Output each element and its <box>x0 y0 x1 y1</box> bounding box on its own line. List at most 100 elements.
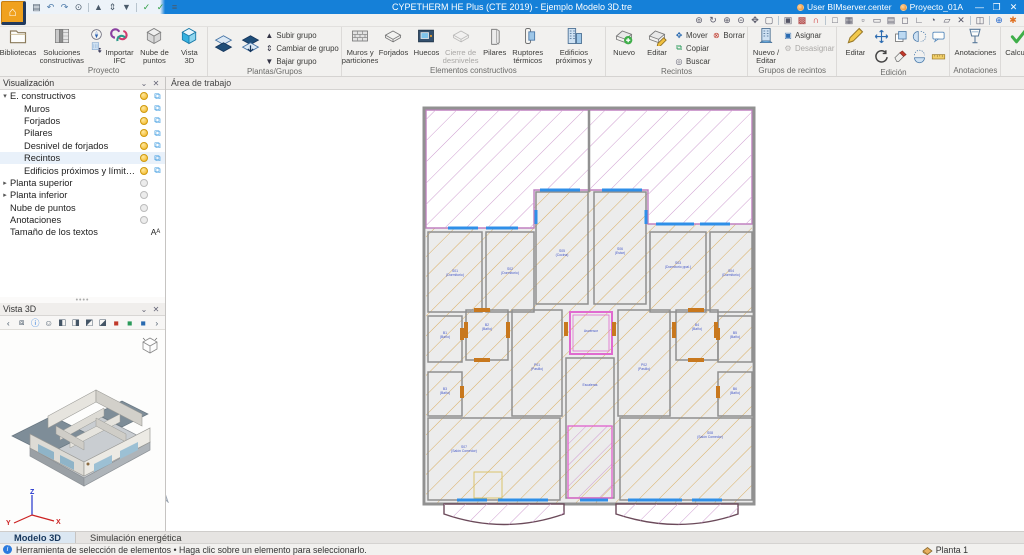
layers-icon[interactable]: ⧈ <box>16 317 29 328</box>
ribbon-button-nube-de-puntos[interactable]: Nube de puntos <box>137 28 173 65</box>
door[interactable] <box>506 322 510 338</box>
ribbon-tool-copysq[interactable] <box>891 29 909 48</box>
door[interactable] <box>672 322 676 338</box>
expander-icon[interactable]: ▾ <box>0 92 10 100</box>
fit-screen-icon[interactable]: ▢ <box>762 15 776 26</box>
tri-up-icon[interactable]: ▲ <box>92 2 105 12</box>
visibility-bulb-icon[interactable] <box>140 117 148 125</box>
snap-line-icon[interactable]: ▭ <box>870 15 884 26</box>
vista3d-viewport[interactable]: Z Y X <box>0 330 165 531</box>
ribbon-tool-rotate[interactable] <box>872 49 890 68</box>
ribbon-button-subir-grupo[interactable]: ▲Subir grupo <box>264 29 338 41</box>
ribbon-tool-movecross[interactable] <box>872 29 890 48</box>
web-icon[interactable]: ⊕ <box>992 15 1006 26</box>
tree-item-e-constructivos[interactable]: ▾E. constructivos⧉ <box>0 90 165 102</box>
layer-copy-icon[interactable]: ⧉ <box>152 153 163 164</box>
tree-item-recintos[interactable]: Recintos⧉ <box>0 152 165 164</box>
panel-collapse-icon[interactable]: ⌄ <box>138 305 150 314</box>
ribbon-button-vista-3d[interactable]: Vista 3D <box>173 28 205 65</box>
ribbon-tool-mirrorh[interactable] <box>910 49 928 68</box>
door[interactable] <box>716 328 720 340</box>
red-plane-icon[interactable]: ■ <box>110 318 123 328</box>
close-button[interactable]: ✕ <box>1005 2 1022 13</box>
view-cube-icon[interactable] <box>141 336 159 354</box>
info-icon[interactable]: ⓘ <box>29 317 42 329</box>
split-window-icon[interactable]: ◫ <box>973 15 987 26</box>
zoom-out-icon[interactable]: ⊝ <box>734 15 748 26</box>
about-icon[interactable]: ✱ <box>1006 15 1020 26</box>
ribbon-button-importar-ifc[interactable]: Importar IFC <box>104 28 136 65</box>
tree-item-planta-inferior[interactable]: ▸Planta inferior <box>0 189 165 201</box>
layer-copy-icon[interactable]: ⧉ <box>152 115 163 126</box>
ribbon-button-soluciones-constructivas[interactable]: Soluciones constructivas <box>35 28 89 65</box>
cube-orbit-icon[interactable]: ◩ <box>83 317 96 328</box>
save-icon[interactable]: ▤ <box>30 2 43 13</box>
tab-modelo-3d[interactable]: Modelo 3D <box>0 532 76 543</box>
visibility-bulb-icon[interactable] <box>140 105 148 113</box>
tri-ud-icon[interactable]: ⇕ <box>106 2 119 13</box>
tree-item-anotaciones[interactable]: Anotaciones <box>0 214 165 226</box>
ribbon-tool-compass[interactable] <box>90 29 103 41</box>
ribbon-button-nuevo-editar[interactable]: Nuevo / Editar <box>750 28 782 65</box>
green-plane-icon[interactable]: ■ <box>124 318 137 328</box>
door[interactable] <box>464 322 468 338</box>
snap-off-icon[interactable]: ✕ <box>954 15 968 26</box>
expander-icon[interactable]: ▸ <box>0 191 10 199</box>
tree-item-pilares[interactable]: Pilares⧉ <box>0 127 165 139</box>
pan-icon[interactable]: ✥ <box>748 15 762 26</box>
door[interactable] <box>716 386 720 398</box>
tree-item-desnivel-de-forjados[interactable]: Desnivel de forjados⧉ <box>0 140 165 152</box>
check-icon[interactable]: ✓ <box>140 2 153 13</box>
visibility-bulb-icon[interactable] <box>140 216 148 224</box>
bimserver-user[interactable]: User BIMserver.center <box>797 2 892 12</box>
tab-simulacion-energetica[interactable]: Simulación energética <box>76 532 195 543</box>
ribbon-tool-floors2[interactable] <box>237 28 263 66</box>
ribbon-tool-eraser[interactable] <box>891 49 909 68</box>
tree-item-edificios-pr-ximos-y-l-mites-de-l-[interactable]: Edificios próximos y límites de l...⧉ <box>0 164 165 176</box>
ribbon-button-forjados[interactable]: Forjados <box>377 28 409 57</box>
zoom-in-icon[interactable]: ⊕ <box>720 15 734 26</box>
tri-down-icon[interactable]: ▼ <box>120 2 133 12</box>
door[interactable] <box>688 358 704 362</box>
ribbon-button-borrar[interactable]: ⊗Borrar <box>711 29 745 41</box>
door[interactable] <box>688 308 704 312</box>
ribbon-tool-mirrorv[interactable] <box>910 29 928 48</box>
tree-item-forjados[interactable]: Forjados⧉ <box>0 115 165 127</box>
tree-item-muros[interactable]: Muros⧉ <box>0 102 165 114</box>
door[interactable] <box>460 328 464 340</box>
ribbon-button-edificios-pr-ximos-y-otros-obst-culos[interactable]: Edificios próximos y otros obstáculos <box>545 28 603 66</box>
ribbon-tool-ruler[interactable] <box>929 49 947 68</box>
snap-angle-icon[interactable]: ◔ <box>926 15 940 25</box>
snap-box-icon[interactable]: ◻ <box>898 15 912 26</box>
snap-doc-icon[interactable]: ▱ <box>940 15 954 26</box>
expander-icon[interactable]: ▸ <box>0 179 10 187</box>
panel-collapse-icon[interactable]: ⌄ <box>138 79 150 88</box>
magnet-icon[interactable]: ∩ <box>809 15 823 25</box>
person-icon[interactable]: ☺ <box>43 318 56 328</box>
door[interactable] <box>474 358 490 362</box>
maximize-button[interactable]: ❐ <box>988 2 1005 13</box>
layer-copy-icon[interactable]: ⧉ <box>152 140 163 151</box>
tree-item-planta-superior[interactable]: ▸Planta superior <box>0 177 165 189</box>
ribbon-button-asignar[interactable]: ▣Asignar <box>783 29 834 41</box>
grid-icon[interactable]: ▦ <box>842 15 856 26</box>
layer-copy-icon[interactable]: ⧉ <box>152 91 163 102</box>
project-name[interactable]: Proyecto_01A <box>900 2 963 12</box>
visibility-bulb-icon[interactable] <box>140 142 148 150</box>
layer-copy-icon[interactable]: ⧉ <box>152 128 163 139</box>
snap-ortho-icon[interactable]: ∟ <box>912 15 926 25</box>
ribbon-button-calcular[interactable]: Calcular <box>1003 28 1024 57</box>
ribbon-button-huecos[interactable]: Huecos <box>410 28 442 57</box>
redo-icon[interactable]: ↷ <box>58 2 71 13</box>
visibility-bulb-icon[interactable] <box>140 179 148 187</box>
ribbon-button-bibliotecas[interactable]: Bibliotecas <box>2 28 34 57</box>
layer-copy-icon[interactable]: ⧉ <box>152 165 163 176</box>
undo-icon[interactable]: ↶ <box>44 2 57 13</box>
visibility-bulb-icon[interactable] <box>140 191 148 199</box>
ribbon-button-mover[interactable]: ✥Mover <box>674 29 710 41</box>
ribbon-button-editar[interactable]: Editar <box>641 28 673 57</box>
background-icon[interactable]: ▣ <box>781 15 795 26</box>
tree-item-tama-o-de-los-textos[interactable]: Tamaño de los textosAᴬ <box>0 226 165 238</box>
ribbon-button-nuevo[interactable]: Nuevo <box>608 28 640 57</box>
menu-icon[interactable]: ≡ <box>168 2 181 12</box>
